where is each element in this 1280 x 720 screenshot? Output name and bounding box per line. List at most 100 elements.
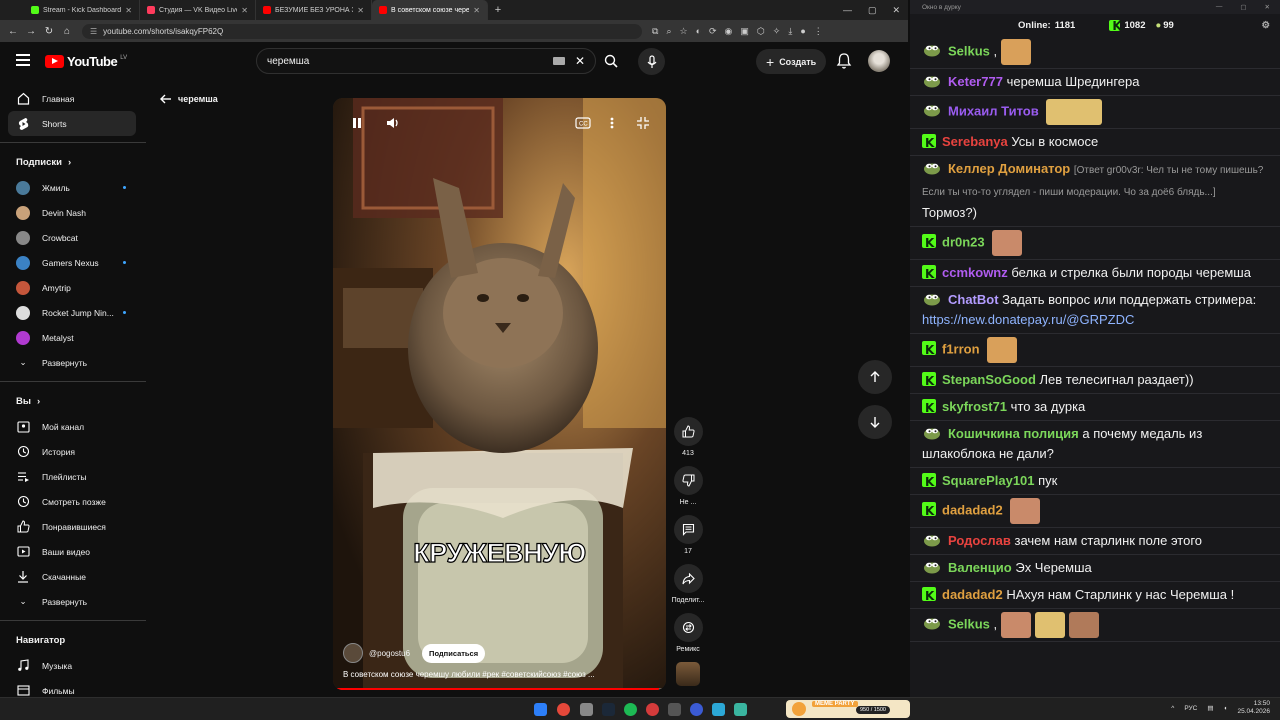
video-caption[interactable]: В советском союзе черемшу любили #рек #с…	[343, 670, 595, 679]
captions-icon[interactable]: CC	[575, 117, 591, 129]
back-icon[interactable]: ←	[4, 26, 22, 37]
meme-party-widget[interactable]: MEME PARTY 950 / 1500	[786, 700, 910, 718]
shorts-video-player[interactable]: CC КРУЖЕВНУЮ @pogostu6 Подписаться В сов…	[333, 98, 666, 690]
settings-gear-icon[interactable]: ⚙	[1261, 20, 1270, 31]
sidebar-sub-amytrip[interactable]: Amytrip	[0, 275, 146, 300]
share-button[interactable]: Поделит...	[668, 564, 708, 604]
subscriptions-header[interactable]: Подписки ›	[0, 149, 146, 175]
remix-button[interactable]: Ремикс	[672, 613, 704, 653]
chat-username[interactable]: dadadad2	[942, 587, 1003, 602]
browser-tab-vk[interactable]: Студия — VK Видео Live ✕	[140, 0, 256, 20]
tray-chevron-icon[interactable]: ^	[1171, 705, 1174, 712]
sidebar-sub-devin-nash[interactable]: Devin Nash	[0, 200, 146, 225]
previous-short-button[interactable]	[858, 360, 892, 394]
app-icon[interactable]	[690, 703, 703, 716]
app-icon[interactable]	[668, 703, 681, 716]
sidebar-sub-zhmil[interactable]: Жмиль	[0, 175, 146, 200]
menu-icon[interactable]: ⋮	[814, 26, 823, 37]
voice-search-button[interactable]	[638, 48, 665, 75]
sidebar-item-my-channel[interactable]: Мой канал	[0, 414, 146, 439]
sidebar-item-shorts[interactable]: Shorts	[8, 111, 136, 136]
channel-avatar[interactable]	[343, 643, 363, 663]
youtube-logo[interactable]: YouTube LV	[45, 54, 127, 69]
clock[interactable]: 13:50 25.04.2026	[1237, 700, 1270, 716]
search-input[interactable]: черемша ✕	[256, 48, 596, 74]
browser-tab-youtube-1[interactable]: БЕЗУМИЕ БЕЗ УРОНА ЗА 4 ЧАСА ✕	[256, 0, 372, 20]
like-button[interactable]: 413	[672, 417, 704, 457]
sidebar-item-history[interactable]: История	[0, 439, 146, 464]
chat-username[interactable]: StepanSoGood	[942, 372, 1036, 387]
zoom-icon[interactable]: ⌕	[666, 26, 671, 37]
chat-username[interactable]: dadadad2	[942, 502, 1003, 517]
bookmark-star-icon[interactable]: ☆	[679, 26, 687, 37]
sidebar-item-playlists[interactable]: Плейлисты	[0, 464, 146, 489]
puzzle-icon[interactable]: ✧	[773, 26, 781, 37]
sidebar-sub-crowbcat[interactable]: Crowbcat	[0, 225, 146, 250]
back-to-search-link[interactable]: черемша	[160, 94, 218, 104]
sidebar-item-music[interactable]: Музыка	[0, 653, 146, 678]
reload-icon[interactable]: ↻	[40, 26, 58, 37]
telegram-icon[interactable]	[712, 703, 725, 716]
home-icon[interactable]: ⌂	[58, 26, 76, 37]
obs-icon[interactable]	[646, 703, 659, 716]
comments-button[interactable]: 17	[672, 515, 704, 555]
minimize-icon[interactable]: —	[1216, 3, 1223, 11]
sidebar-item-watch-later[interactable]: Смотреть позже	[0, 489, 146, 514]
network-icon[interactable]: ▤	[1207, 704, 1213, 712]
sidebar-sub-metalyst[interactable]: Metalyst	[0, 325, 146, 350]
account-avatar[interactable]	[868, 50, 890, 72]
pause-icon[interactable]	[350, 116, 364, 130]
sound-thumbnail[interactable]	[676, 662, 700, 686]
close-tab-icon[interactable]: ✕	[473, 6, 480, 15]
collapse-icon[interactable]	[636, 116, 650, 130]
you-header[interactable]: Вы ›	[0, 388, 146, 414]
forward-icon[interactable]: →	[22, 26, 40, 37]
chat-username[interactable]: Валенцио	[948, 560, 1012, 575]
volume-icon[interactable]	[385, 116, 401, 130]
chat-username[interactable]: Родослав	[948, 533, 1011, 548]
install-icon[interactable]: ⧉	[652, 26, 658, 37]
chat-username[interactable]: Serebanya	[942, 134, 1008, 149]
volume-icon[interactable]: ◖	[1224, 705, 1228, 712]
subscribe-button[interactable]: Подписаться	[422, 643, 486, 663]
chat-username[interactable]: Келлер Доминатор	[948, 161, 1070, 176]
search-button[interactable]	[596, 48, 626, 74]
new-tab-button[interactable]: +	[488, 4, 508, 16]
clear-search-icon[interactable]: ✕	[575, 54, 585, 68]
steam-icon[interactable]	[602, 703, 615, 716]
chat-username[interactable]: Кошичкина полиция	[948, 426, 1079, 441]
close-tab-icon[interactable]: ✕	[125, 6, 132, 15]
chat-username[interactable]: ChatBot	[948, 292, 999, 307]
extension-icon[interactable]: ◐	[696, 26, 701, 37]
downloads-icon[interactable]: ⤓	[788, 26, 792, 37]
sidebar-expand-subscriptions[interactable]: ⌄ Развернуть	[0, 350, 146, 375]
close-icon[interactable]: ✕	[892, 5, 900, 16]
hamburger-menu-icon[interactable]	[16, 54, 30, 66]
next-short-button[interactable]	[858, 405, 892, 439]
sidebar-item-downloads[interactable]: Скачанные	[0, 564, 146, 589]
url-field[interactable]: ☰ youtube.com/shorts/isakqyFP62Q	[82, 23, 642, 39]
file-explorer-icon[interactable]	[580, 703, 593, 716]
video-progress-bar[interactable]	[333, 688, 666, 690]
profile-icon[interactable]: ●	[800, 26, 805, 37]
sidebar-expand-you[interactable]: ⌄ Развернуть	[0, 589, 146, 614]
chat-username[interactable]: Selkus	[948, 616, 990, 631]
chrome-icon[interactable]	[557, 703, 570, 716]
app-icon[interactable]	[734, 703, 747, 716]
close-tab-icon[interactable]: ✕	[241, 6, 248, 15]
site-info-icon[interactable]: ☰	[90, 27, 97, 36]
more-options-icon[interactable]	[609, 116, 615, 130]
sidebar-item-home[interactable]: Главная	[0, 86, 146, 111]
sidebar-sub-rocket-jump[interactable]: Rocket Jump Nin...	[0, 300, 146, 325]
keyboard-icon[interactable]	[552, 57, 565, 65]
browser-tab-youtube-active[interactable]: В советском союзе черемш ✕	[372, 0, 488, 20]
close-icon[interactable]: ✕	[1265, 3, 1270, 11]
language-indicator[interactable]: РУС	[1184, 705, 1197, 712]
browser-tab-kick[interactable]: Stream - Kick Dashboard ✕	[24, 0, 140, 20]
channel-name[interactable]: @pogostu6	[369, 649, 410, 658]
chat-username[interactable]: ccmkownz	[942, 265, 1008, 280]
minimize-icon[interactable]: —	[843, 5, 852, 15]
sidebar-item-your-videos[interactable]: Ваши видео	[0, 539, 146, 564]
chat-username[interactable]: SquarePlay101	[942, 473, 1035, 488]
maximize-icon[interactable]: ▢	[1240, 3, 1246, 11]
